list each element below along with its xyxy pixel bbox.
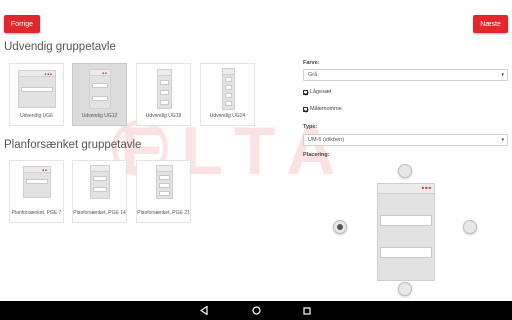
tile-label: Udvendig UG6 xyxy=(20,113,53,119)
door-set-label: Lågesæt xyxy=(310,89,332,95)
tile-label: Planforsænket, PGE 14 xyxy=(73,210,126,216)
product-tile-ug12[interactable]: ■■ Udvendig UG12 xyxy=(72,63,127,126)
door-set-checkbox[interactable]: Lågesæt xyxy=(303,89,331,95)
type-select-value: UM-6 (stikben) xyxy=(308,137,345,143)
next-button[interactable]: Næste xyxy=(473,15,508,33)
section-title-flush: Planforsænket gruppetavle xyxy=(4,139,142,151)
system-navigation-bar xyxy=(0,301,512,320)
color-select[interactable]: Grå ▾ xyxy=(303,69,508,81)
panel-thumbnail xyxy=(222,68,235,110)
previous-button[interactable]: Forrige xyxy=(4,15,40,33)
product-tile-pge21[interactable]: Planforsænket, PGE 21 xyxy=(136,160,191,223)
panel-preview: ■■■ xyxy=(377,183,435,281)
meter-label: Målemomme xyxy=(310,106,342,112)
recents-icon[interactable] xyxy=(299,301,315,320)
color-select-value: Grå xyxy=(308,72,318,78)
panel-thumbnail: ■■ xyxy=(89,69,111,109)
app-screen: ELTA Forrige Næste Udvendig gruppetavle … xyxy=(0,0,512,320)
dropdown-caret-icon: ▾ xyxy=(501,137,504,143)
checkbox-checked-icon xyxy=(303,89,308,95)
placement-left-radio[interactable] xyxy=(333,220,347,234)
panel-thumbnail xyxy=(90,165,110,199)
back-icon[interactable] xyxy=(196,301,212,320)
product-tile-ug6[interactable]: ■■■ Udvendig UG6 xyxy=(9,63,64,126)
placement-label: Placering: xyxy=(303,152,330,158)
placement-top-radio[interactable] xyxy=(398,164,412,178)
section-title-outdoor: Udvendig gruppetavle xyxy=(4,41,116,53)
panel-thumbnail xyxy=(157,69,172,109)
product-tile-pge7[interactable]: ■■ Planforsænket, PGE 7 xyxy=(9,160,64,223)
tile-label: Udvendig UG12 xyxy=(81,113,118,119)
product-tile-pge14[interactable]: Planforsænket, PGE 14 xyxy=(72,160,127,223)
type-label: Type: xyxy=(303,124,318,130)
placement-right-radio[interactable] xyxy=(463,220,477,234)
home-icon[interactable] xyxy=(248,301,264,320)
panel-thumbnail xyxy=(156,165,173,199)
dropdown-caret-icon: ▾ xyxy=(501,72,504,78)
tile-label: Planforsænket, PGE 7 xyxy=(11,210,62,216)
placement-bottom-radio[interactable] xyxy=(398,282,412,296)
product-tile-ug24[interactable]: Udvendig UG24 xyxy=(200,63,255,126)
panel-thumbnail: ■■ xyxy=(23,166,51,198)
meter-checkbox[interactable]: Målemomme xyxy=(303,106,342,112)
type-select[interactable]: UM-6 (stikben) ▾ xyxy=(303,134,508,146)
panel-thumbnail: ■■■ xyxy=(18,70,56,108)
tile-label: Udvendig UG18 xyxy=(145,113,182,119)
color-label: Farve: xyxy=(303,60,320,66)
product-tile-ug18[interactable]: Udvendig UG18 xyxy=(136,63,191,126)
tile-label: Udvendig UG24 xyxy=(209,113,246,119)
checkbox-checked-icon xyxy=(303,106,308,112)
tile-label: Planforsænket, PGE 21 xyxy=(137,210,190,216)
